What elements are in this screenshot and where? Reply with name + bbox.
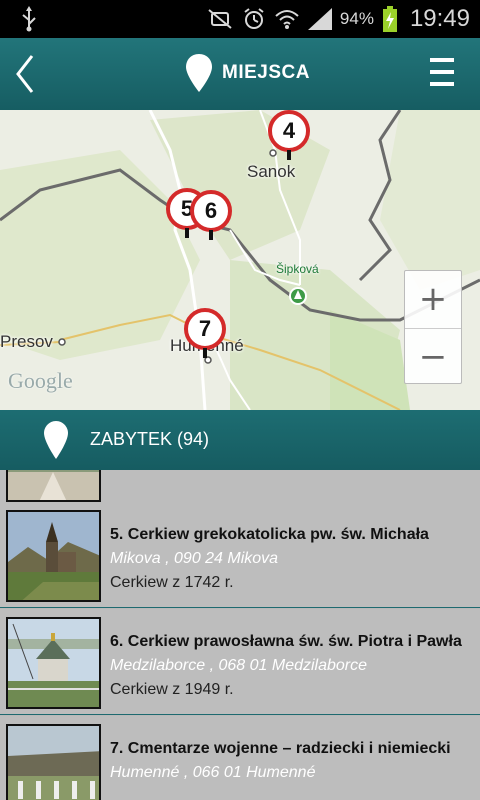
mute-icon bbox=[208, 9, 232, 29]
location-pin-icon bbox=[44, 421, 68, 459]
place-label-sipkova: Šipková bbox=[276, 262, 319, 276]
list-item[interactable]: 5. Cerkiew grekokatolicka pw. św. Michał… bbox=[0, 502, 480, 608]
clock: 19:49 bbox=[409, 5, 470, 32]
item-address: Humenné , 066 01 Humenné bbox=[110, 764, 316, 781]
item-title: 5. Cerkiew grekokatolicka pw. św. Michał… bbox=[110, 526, 429, 543]
page-title: MIEJSCA bbox=[222, 62, 310, 83]
item-address: Mikova , 090 24 Mikova bbox=[110, 550, 279, 567]
alarm-icon bbox=[244, 8, 264, 29]
zoom-out-button[interactable]: − bbox=[405, 328, 461, 384]
list-item[interactable]: 6. Cerkiew prawosławna św. św. Piotra i … bbox=[0, 609, 480, 715]
zoom-in-button[interactable]: + bbox=[405, 271, 461, 327]
google-attribution-logo: Google bbox=[8, 368, 73, 393]
zoom-controls: + − bbox=[404, 270, 462, 384]
location-pin-icon bbox=[186, 54, 212, 92]
map-view[interactable]: Sanok Šipková Presov Humenné 4 5 6 7 Goo… bbox=[0, 110, 480, 410]
list-item[interactable]: 7. Cmentarze wojenne – radziecki i niemi… bbox=[0, 716, 480, 800]
thumbnail-image bbox=[6, 724, 101, 800]
item-title: 7. Cmentarze wojenne – radziecki i niemi… bbox=[110, 740, 451, 757]
thumbnail-image bbox=[6, 617, 101, 709]
map-marker-7[interactable]: 7 bbox=[184, 308, 228, 360]
place-label-sanok: Sanok bbox=[247, 162, 296, 181]
status-bar: 94% 19:49 bbox=[0, 0, 480, 38]
header-title-group: MIEJSCA bbox=[186, 54, 310, 92]
category-bar[interactable]: ZABYTEK (94) bbox=[0, 410, 480, 470]
hamburger-menu-icon bbox=[430, 58, 454, 62]
back-button[interactable] bbox=[10, 52, 40, 96]
signal-icon bbox=[307, 8, 332, 30]
map-marker-6[interactable]: 6 bbox=[190, 190, 234, 242]
app-header: MIEJSCA bbox=[0, 38, 480, 110]
map-marker-4[interactable]: 4 bbox=[268, 110, 312, 162]
item-title: 6. Cerkiew prawosławna św. św. Piotra i … bbox=[110, 633, 462, 650]
places-list[interactable]: 5. Cerkiew grekokatolicka pw. św. Michał… bbox=[0, 470, 480, 800]
wifi-icon bbox=[275, 10, 299, 29]
thumbnail-image bbox=[6, 470, 101, 502]
item-description: Cerkiew z 1949 r. bbox=[110, 681, 234, 698]
item-address: Medzilaborce , 068 01 Medzilaborce bbox=[110, 657, 368, 674]
menu-button[interactable] bbox=[428, 56, 458, 92]
usb-icon bbox=[22, 6, 36, 32]
category-label: ZABYTEK (94) bbox=[90, 429, 210, 449]
battery-charging-icon bbox=[382, 6, 397, 32]
battery-percent: 94% bbox=[339, 9, 374, 28]
place-label-presov: Presov bbox=[0, 332, 53, 351]
thumbnail-image bbox=[6, 510, 101, 602]
item-description: Cerkiew z 1742 r. bbox=[110, 574, 234, 591]
